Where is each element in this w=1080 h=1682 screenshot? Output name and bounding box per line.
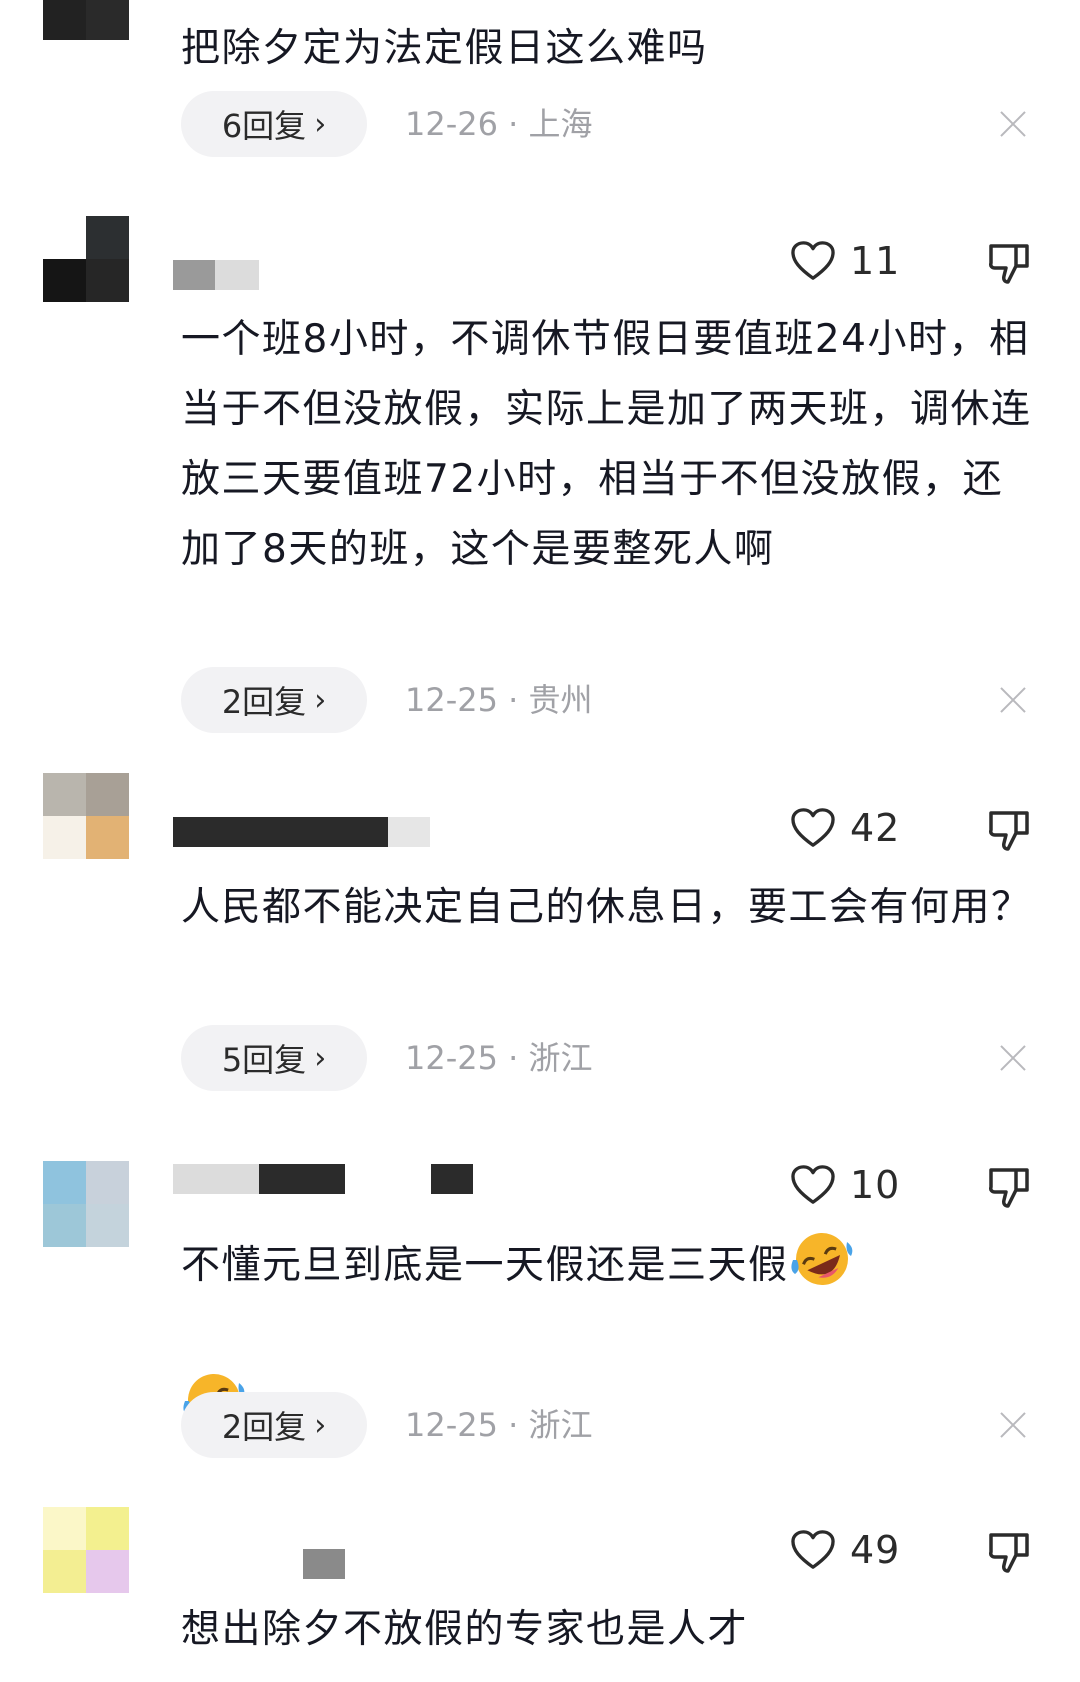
chevron-right-icon: ›	[314, 106, 327, 142]
avatar[interactable]	[43, 1161, 129, 1247]
thumbs-down-icon[interactable]	[988, 1530, 1030, 1574]
view-replies-button[interactable]: 5回复 ›	[181, 1025, 367, 1091]
comment-meta: 12-25 · 浙江	[405, 1406, 593, 1444]
heart-outline-icon	[791, 1165, 835, 1204]
view-replies-button[interactable]: 6回复 ›	[181, 91, 367, 157]
username-obscured[interactable]	[173, 1549, 345, 1579]
username-obscured[interactable]	[173, 260, 259, 290]
view-replies-button[interactable]: 2回复 ›	[181, 667, 367, 733]
reply-count-label: 2回复	[221, 683, 307, 721]
comment-meta: 12-26 · 上海	[405, 105, 593, 143]
like-button[interactable]: 42	[790, 806, 900, 850]
comment-text-body: 不懂元旦到底是一天假还是三天假	[181, 1243, 789, 1288]
comment-text: 想出除夕不放假的专家也是人才	[181, 1607, 749, 1652]
avatar[interactable]	[43, 216, 129, 302]
chevron-right-icon: ›	[314, 1040, 327, 1076]
username-obscured[interactable]	[173, 1164, 473, 1194]
chevron-right-icon: ›	[314, 1407, 327, 1443]
close-icon[interactable]	[998, 109, 1028, 139]
like-count: 49	[850, 1528, 901, 1572]
heart-outline-icon	[791, 808, 835, 847]
comment-meta: 12-25 · 浙江	[405, 1039, 593, 1077]
reply-count-label: 6回复	[221, 107, 307, 145]
chevron-right-icon: ›	[314, 682, 327, 718]
comment-text: 把除夕定为法定假日这么难吗	[181, 26, 708, 71]
like-count: 42	[850, 806, 901, 850]
close-icon[interactable]	[998, 1043, 1028, 1073]
heart-outline-icon	[791, 1530, 835, 1569]
avatar[interactable]	[43, 773, 129, 859]
comment-text: 人民都不能决定自己的休息日，要工会有何用？	[181, 885, 1032, 930]
close-icon[interactable]	[998, 1410, 1028, 1440]
like-count: 10	[850, 1163, 901, 1207]
reply-count-label: 2回复	[221, 1408, 307, 1446]
thumbs-down-icon[interactable]	[988, 241, 1030, 285]
like-button[interactable]: 11	[790, 239, 900, 283]
like-button[interactable]: 49	[790, 1528, 900, 1572]
like-count: 11	[850, 239, 901, 283]
reply-count-label: 5回复	[221, 1041, 307, 1079]
thumbs-down-icon[interactable]	[988, 1165, 1030, 1209]
view-replies-button[interactable]: 2回复 ›	[181, 1392, 367, 1458]
avatar[interactable]	[43, 0, 129, 40]
close-icon[interactable]	[998, 685, 1028, 715]
username-obscured[interactable]	[173, 817, 430, 847]
rolling-on-floor-laughing-emoji	[790, 1233, 852, 1285]
avatar[interactable]	[43, 1507, 129, 1593]
heart-outline-icon	[791, 241, 835, 280]
like-button[interactable]: 10	[790, 1163, 900, 1207]
thumbs-down-icon[interactable]	[988, 808, 1030, 852]
comment-meta: 12-25 · 贵州	[405, 681, 593, 719]
comment-text: 一个班8小时，不调休节假日要值班24小时，相当于不但没放假，实际上是加了两天班，…	[181, 317, 1032, 572]
